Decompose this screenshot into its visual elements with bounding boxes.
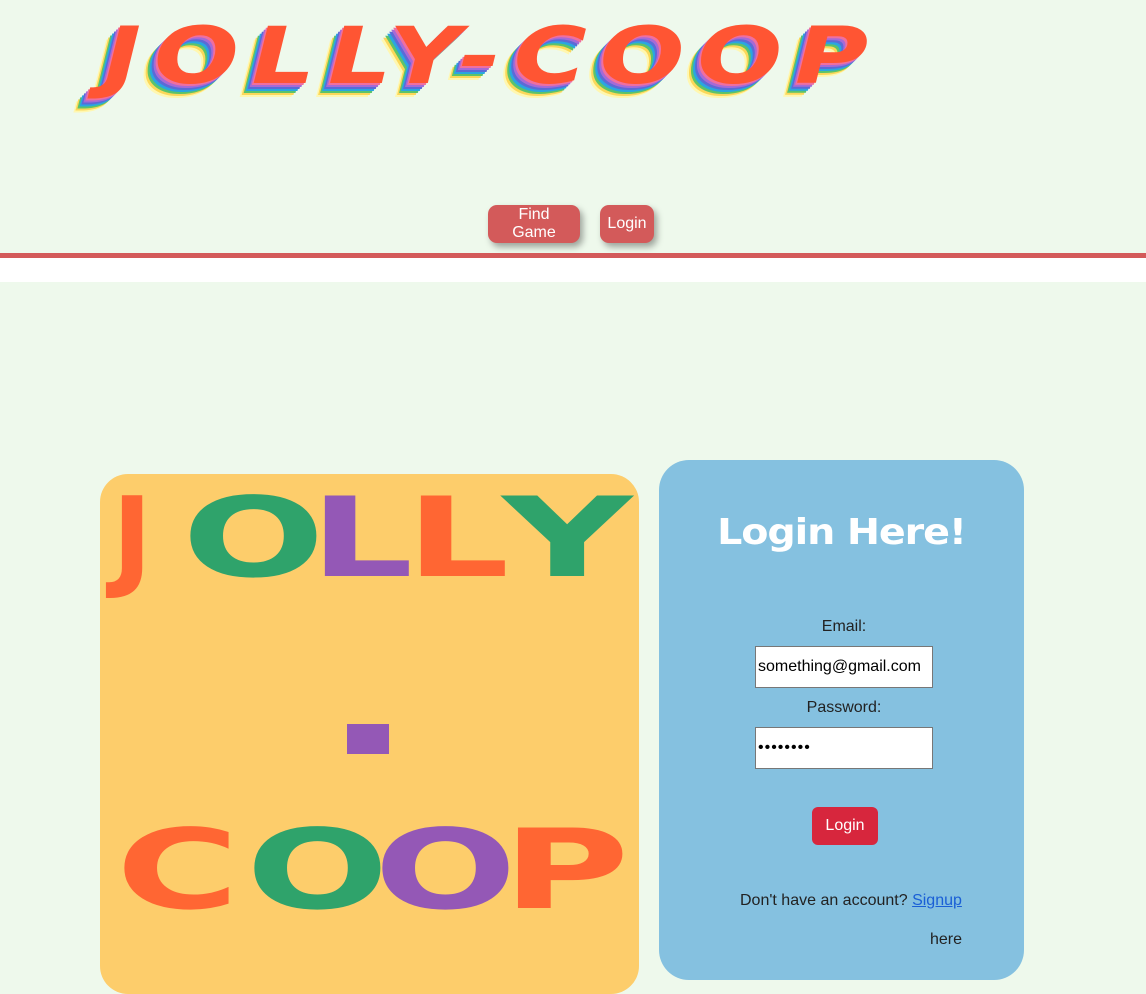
brand-letter-o: O	[246, 816, 389, 926]
login-submit-button[interactable]: Login	[812, 807, 878, 845]
brand-letter-o: O	[182, 484, 325, 594]
signup-prompt: Don't have an account? Signup	[740, 892, 962, 910]
brand-card: J O L L Y - C O O P	[100, 474, 639, 994]
signup-suffix: here	[930, 931, 962, 949]
password-label: Password:	[659, 699, 1024, 717]
brand-letter-j: J	[112, 484, 152, 594]
email-label: Email:	[659, 618, 1024, 636]
find-game-button[interactable]: Find Game	[488, 205, 580, 243]
brand-letter-o: O	[374, 816, 517, 926]
brand-letter-c: C	[116, 816, 239, 926]
jolly-coop-logo: JOLLY-COOP JOLLY-COOP JOLLY-COOP JOLLY-C…	[104, 18, 1004, 113]
brand-dash	[347, 724, 389, 754]
header-band	[0, 258, 1146, 282]
brand-letter-l: L	[310, 484, 413, 594]
password-field[interactable]	[755, 727, 933, 769]
login-title: Login Here!	[659, 512, 1024, 553]
nav-login-button[interactable]: Login	[600, 205, 654, 243]
brand-letter-y: Y	[502, 484, 632, 594]
login-card: Login Here! Email: Password: Login Don't…	[659, 460, 1024, 980]
signup-link[interactable]: Signup	[912, 892, 962, 909]
brand-letter-p: P	[502, 816, 630, 926]
logo-main-text: JOLLY-COOP	[104, 18, 881, 96]
brand-letter-l: L	[406, 484, 509, 594]
signup-prompt-text: Don't have an account?	[740, 892, 908, 909]
email-field[interactable]	[755, 646, 933, 688]
